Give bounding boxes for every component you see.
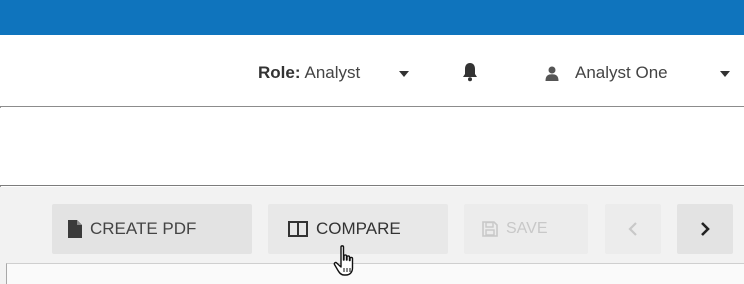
chevron-right-icon: [701, 222, 710, 236]
chevron-down-icon[interactable]: [399, 71, 409, 77]
next-button[interactable]: [677, 204, 733, 254]
user-icon: [545, 66, 559, 81]
compare-label: COMPARE: [316, 219, 401, 238]
role-selector[interactable]: Role: Analyst: [258, 63, 360, 83]
action-toolbar: CREATE PDF COMPARE SAVE: [0, 187, 744, 263]
header-bar: Role: Analyst Analyst One: [0, 35, 744, 107]
document-icon: [68, 220, 82, 238]
save-label: SAVE: [506, 220, 548, 237]
create-pdf-label: CREATE PDF: [90, 219, 197, 238]
floppy-disk-icon: [482, 221, 498, 237]
columns-icon: [288, 221, 308, 237]
chevron-down-icon[interactable]: [720, 71, 730, 77]
role-value: Analyst: [304, 63, 361, 82]
save-button[interactable]: SAVE: [464, 204, 588, 254]
previous-button[interactable]: [605, 204, 661, 254]
content-band: [0, 108, 744, 186]
top-accent-bar: [0, 0, 744, 35]
role-label: Role:: [258, 63, 301, 82]
chevron-left-icon: [628, 222, 637, 236]
content-panel-edge: [6, 263, 744, 284]
bell-icon[interactable]: [462, 62, 478, 82]
hand-pointer-cursor-icon: [333, 245, 354, 276]
user-menu-name[interactable]: Analyst One: [575, 63, 668, 83]
create-pdf-button[interactable]: CREATE PDF: [52, 204, 252, 254]
